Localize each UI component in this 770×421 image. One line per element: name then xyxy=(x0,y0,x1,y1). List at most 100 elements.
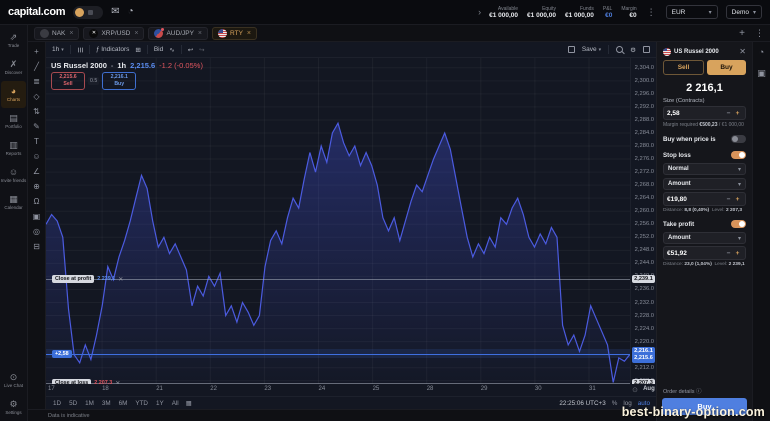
emoji-tool-icon[interactable]: ☺ xyxy=(29,149,44,164)
tab-aud-jpy[interactable]: AUD/JPY× xyxy=(148,27,208,40)
collapse-account-chevron[interactable]: › xyxy=(478,7,481,17)
stop-loss-decrease-button[interactable]: − xyxy=(724,196,733,203)
margin-required-text: Margin required €500,23 / €1 000,00 xyxy=(663,122,746,128)
tab-rty[interactable]: RTY× xyxy=(212,27,257,40)
take-profit-line[interactable] xyxy=(46,279,630,280)
remove-all-tool-icon[interactable]: ⊟ xyxy=(29,239,44,254)
range-button-6m[interactable]: 6M xyxy=(118,400,129,407)
text-tool-icon[interactable]: T xyxy=(29,134,44,149)
redo-icon[interactable]: ↪ xyxy=(199,46,204,54)
buy-quote-button[interactable]: 2,216.1 Buy xyxy=(102,72,136,90)
theme-toggle[interactable] xyxy=(73,6,103,19)
close-panel-icon[interactable]: ✕ xyxy=(739,47,746,56)
zoom-in-tool-icon[interactable]: ⊕ xyxy=(29,179,44,194)
stop-loss-amount-stepper[interactable]: €19,80 − + xyxy=(663,192,746,206)
range-button-3m[interactable]: 3M xyxy=(101,400,112,407)
mail-icon[interactable]: ✉ xyxy=(111,7,119,17)
fullscreen-icon[interactable] xyxy=(643,46,650,53)
stop-loss-increase-button[interactable]: + xyxy=(733,196,742,203)
order-details-link[interactable]: Order details ⓘ xyxy=(663,387,702,395)
indicators-button[interactable]: ƒ Indicators xyxy=(96,46,130,53)
chart-canvas[interactable]: US Russel 2000 - 1h 2,215.6 -1.2 (-0.05%… xyxy=(46,58,656,384)
lock-all-tool-icon[interactable]: ▣ xyxy=(29,209,44,224)
sidebar-item-reports[interactable]: ▥Reports xyxy=(1,135,26,162)
range-button-1d[interactable]: 1D xyxy=(52,400,62,407)
magnet-tool-icon[interactable]: Ω xyxy=(29,194,44,209)
sidebar-item-trade[interactable]: ⇗Trade xyxy=(1,27,26,54)
time-axis[interactable]: ⊙ 1718212223242528293031Aug xyxy=(46,384,656,396)
size-stepper[interactable]: 2,58 − + xyxy=(663,106,746,120)
sidebar-item-live-chat[interactable]: ⊙Live Chat xyxy=(1,367,26,394)
size-decrease-button[interactable]: − xyxy=(724,110,733,117)
take-profit-toggle[interactable] xyxy=(731,220,746,228)
history-clock-icon[interactable]: ◔ xyxy=(128,7,134,17)
take-profit-amount-stepper[interactable]: €51,92 − + xyxy=(663,246,746,260)
sidebar-item-discover[interactable]: ✗Discover xyxy=(1,54,26,81)
range-button-1m[interactable]: 1M xyxy=(84,400,95,407)
timeframe-select[interactable]: 1h ▾ xyxy=(52,46,64,53)
sidebar-item-portfolio[interactable]: ▤Portfolio xyxy=(1,108,26,135)
screenshot-gallery-icon[interactable]: ▣ xyxy=(757,68,766,79)
crosshair-tool-icon[interactable]: + xyxy=(29,44,44,59)
order-history-clock-icon[interactable]: ◔ xyxy=(759,47,764,57)
tab-xrp-usd[interactable]: ✕XRP/USD× xyxy=(83,27,144,40)
sell-tab-button[interactable]: Sell xyxy=(663,60,704,75)
account-mode-select[interactable]: Demo ▾ xyxy=(726,5,762,19)
fib-retracement-tool-icon[interactable]: ≣ xyxy=(29,74,44,89)
range-button-5d[interactable]: 5D xyxy=(68,400,78,407)
trend-line-tool-icon[interactable]: ╱ xyxy=(29,59,44,74)
position-size-chip[interactable]: +2,58 xyxy=(52,350,72,358)
sell-quote-button[interactable]: 2,215.6 Sell xyxy=(51,72,85,90)
close-tab-icon[interactable]: × xyxy=(198,30,202,37)
take-profit-chip[interactable]: Close at profit2 239,1✕ xyxy=(52,275,123,283)
xabcd-pattern-tool-icon[interactable]: ◇ xyxy=(29,89,44,104)
go-to-date-icon[interactable]: ▦ xyxy=(186,400,192,407)
line-style-icon[interactable]: ∿ xyxy=(169,46,174,54)
take-profit-unit-select[interactable]: Amount ▾ xyxy=(663,232,746,244)
bid-price-source-button[interactable]: Bid xyxy=(154,46,163,53)
forecast-tool-icon[interactable]: ⇅ xyxy=(29,104,44,119)
range-button-ytd[interactable]: YTD xyxy=(134,400,149,407)
timezone[interactable]: UTC+3 xyxy=(586,400,606,407)
layout-icon[interactable] xyxy=(568,46,575,53)
buy-tab-button[interactable]: Buy xyxy=(707,60,746,75)
take-profit-increase-button[interactable]: + xyxy=(733,250,742,257)
range-button-all[interactable]: All xyxy=(171,400,180,407)
stop-loss-line[interactable] xyxy=(46,383,630,384)
tab-nak[interactable]: NAK× xyxy=(34,27,79,40)
undo-icon[interactable]: ↩ xyxy=(188,46,193,54)
remove-take-profit-icon[interactable]: ✕ xyxy=(118,276,123,283)
close-tab-icon[interactable]: × xyxy=(247,30,251,37)
sidebar-item-calendar[interactable]: ▦Calendar xyxy=(1,189,26,216)
save-layout-button[interactable]: Save ▾ xyxy=(582,46,601,53)
buy-when-toggle[interactable] xyxy=(731,135,746,143)
add-tab-icon[interactable]: + xyxy=(739,28,745,39)
scroll-to-end-icon[interactable]: ⊙ xyxy=(632,386,638,394)
compare-icon[interactable]: ⊞ xyxy=(135,46,140,54)
price-axis[interactable]: 2,304.02,300.02,296.02,292.02,288.02,284… xyxy=(630,58,656,384)
take-profit-decrease-button[interactable]: − xyxy=(724,250,733,257)
percent-scale-button[interactable]: % xyxy=(612,400,618,407)
close-tab-icon[interactable]: × xyxy=(69,30,73,37)
sidebar-item-settings[interactable]: ⚙Settings xyxy=(1,394,26,421)
sidebar-item-charts[interactable]: ◕Charts xyxy=(1,81,26,108)
settings-gear-icon[interactable]: ⚙ xyxy=(630,46,636,54)
brush-tool-icon[interactable]: ✎ xyxy=(29,119,44,134)
size-increase-button[interactable]: + xyxy=(733,110,742,117)
stop-loss-chip[interactable]: Close at loss2 207,3✕ xyxy=(52,379,120,384)
stop-loss-toggle[interactable] xyxy=(731,151,746,159)
tabbar-kebab-icon[interactable]: ⋮ xyxy=(755,28,764,39)
legend-symbol[interactable]: US Russel 2000 xyxy=(51,61,107,70)
stop-loss-unit-select[interactable]: Amount ▾ xyxy=(663,178,746,190)
remove-stop-loss-icon[interactable]: ✕ xyxy=(115,380,120,384)
sidebar-item-invite-friends[interactable]: ☺Invite friends xyxy=(1,162,26,189)
chart-type-candles-icon[interactable]: ☰ xyxy=(76,47,84,53)
range-button-1y[interactable]: 1Y xyxy=(155,400,165,407)
account-menu-kebab-icon[interactable]: ⋮ xyxy=(645,7,658,18)
currency-select[interactable]: EUR ▾ xyxy=(666,5,718,19)
measure-tool-icon[interactable]: ∠ xyxy=(29,164,44,179)
close-tab-icon[interactable]: × xyxy=(134,30,138,37)
search-icon[interactable] xyxy=(616,46,623,53)
stop-loss-type-select[interactable]: Normal ▾ xyxy=(663,163,746,175)
hide-all-tool-icon[interactable]: ◎ xyxy=(29,224,44,239)
